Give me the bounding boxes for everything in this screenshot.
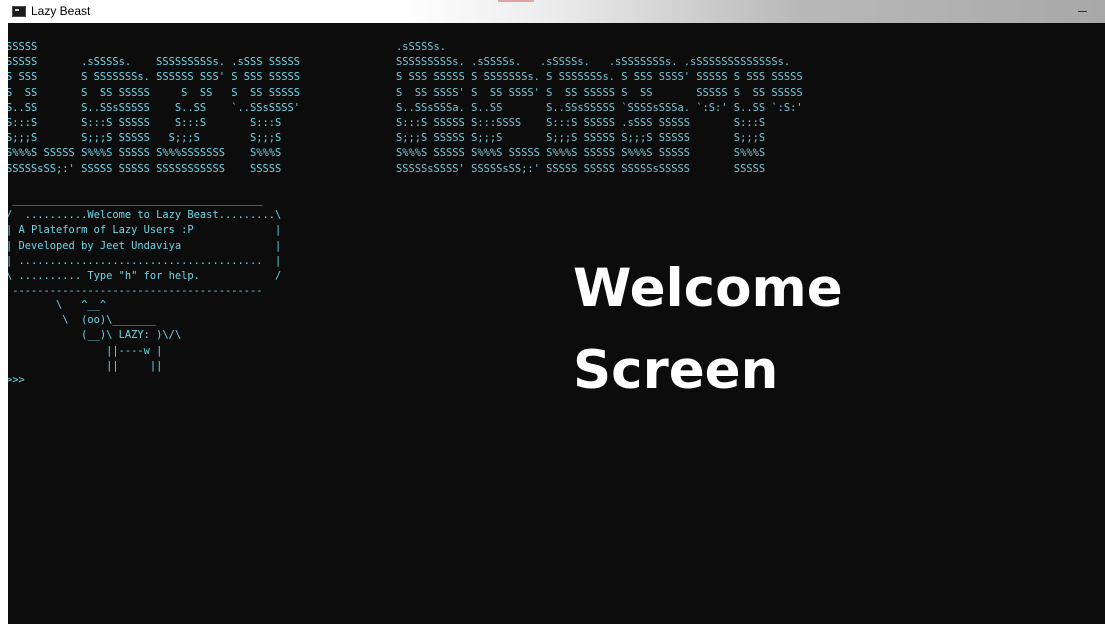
ascii-banner-beast: .sSSSSs. SSSSSSSSSs. .sSSSSs. .sSSSSs. .…	[396, 41, 803, 175]
welcome-screen-caption: Welcome Screen	[573, 258, 843, 401]
console-output-area[interactable]: SSSSS SSSSS .sSSSSs. SSSSSSSSSs. .sSSS S…	[8, 23, 1105, 624]
ascii-cow-art: \ ^__^ \ (oo)\_______ (__)\ LAZY: )\/\ |…	[56, 299, 182, 372]
ascii-banner-lazy: SSSSS SSSSS .sSSSSs. SSSSSSSSSs. .sSSS S…	[8, 41, 301, 175]
minimize-button[interactable]	[1065, 0, 1101, 23]
console-window: Lazy Beast SSSSS SSSSS .sSSSSs. SSSSSSSS…	[0, 0, 1105, 624]
welcome-message-box: ________________________________________…	[8, 194, 282, 298]
console-app-icon[interactable]	[12, 6, 26, 17]
input-cursor[interactable]	[38, 373, 44, 387]
title-bar-accent	[498, 0, 534, 2]
window-title: Lazy Beast	[31, 4, 91, 18]
title-bar[interactable]: Lazy Beast	[0, 0, 1105, 23]
minimize-icon	[1078, 11, 1087, 12]
command-prompt[interactable]: >>>	[8, 373, 25, 388]
